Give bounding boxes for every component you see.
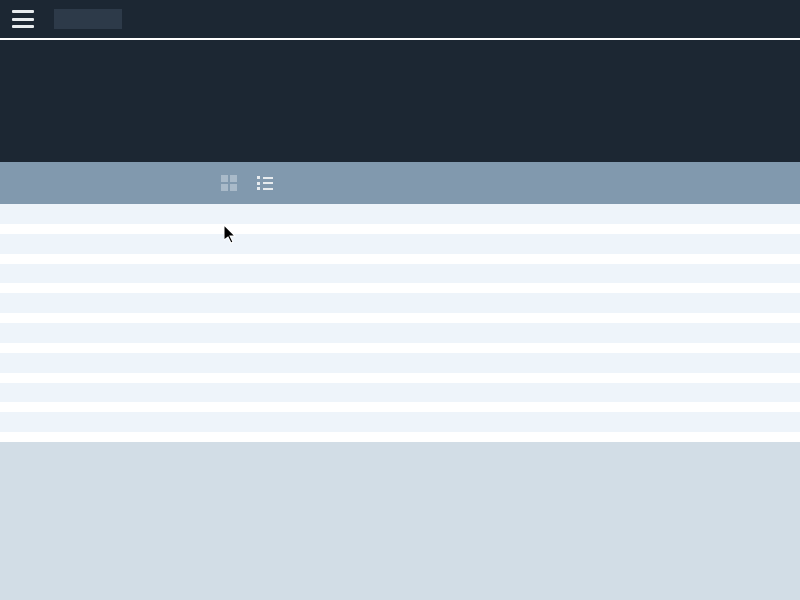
list-item[interactable]: [0, 293, 800, 323]
list-item[interactable]: [0, 353, 800, 383]
view-toolbar: [0, 162, 800, 204]
list-item[interactable]: [0, 412, 800, 442]
hamburger-menu-icon[interactable]: [12, 10, 34, 28]
list-item[interactable]: [0, 383, 800, 413]
bottom-panel: [0, 442, 800, 600]
list-item[interactable]: [0, 264, 800, 294]
top-navbar: [0, 0, 800, 38]
list-item[interactable]: [0, 234, 800, 264]
logo-placeholder: [54, 9, 122, 29]
grid-view-icon[interactable]: [220, 174, 238, 192]
list-item[interactable]: [0, 323, 800, 353]
list-view-icon[interactable]: [256, 174, 274, 192]
list-item[interactable]: [0, 204, 800, 234]
hero-banner: [0, 40, 800, 162]
content-list: [0, 204, 800, 442]
